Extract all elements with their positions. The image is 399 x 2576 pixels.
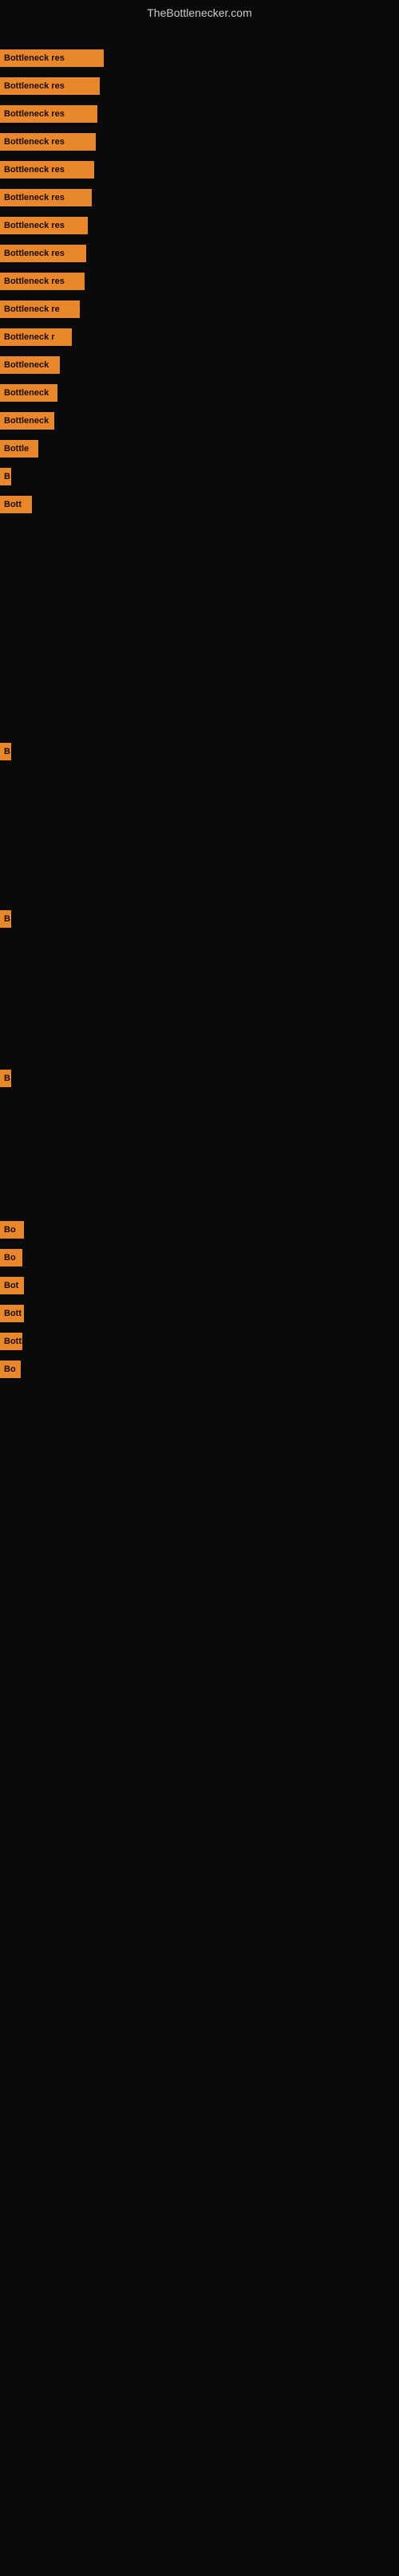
bar-label-7: Bottleneck res [0, 245, 86, 262]
bar-label-0: Bottleneck res [0, 49, 104, 67]
bar-label-14: Bottle [0, 440, 38, 457]
site-title: TheBottlenecker.com [0, 0, 399, 26]
bar-item-19: B [0, 1070, 11, 1087]
bar-item-17: B [0, 743, 11, 760]
bar-label-18: B [0, 910, 11, 928]
bar-item-15: B [0, 468, 11, 485]
bar-label-9: Bottleneck re [0, 300, 80, 318]
bar-item-24: Bottl [0, 1333, 22, 1350]
bar-label-19: B [0, 1070, 11, 1087]
bar-item-20: Bo [0, 1221, 24, 1239]
bar-label-21: Bo [0, 1249, 22, 1266]
bar-label-2: Bottleneck res [0, 105, 97, 123]
bar-label-8: Bottleneck res [0, 273, 85, 290]
bar-label-15: B [0, 468, 11, 485]
bar-item-8: Bottleneck res [0, 273, 85, 290]
bar-item-5: Bottleneck res [0, 189, 92, 206]
bar-item-1: Bottleneck res [0, 77, 100, 95]
bar-label-4: Bottleneck res [0, 161, 94, 179]
bar-item-22: Bot [0, 1277, 24, 1294]
bar-item-13: Bottleneck [0, 412, 54, 430]
bar-item-10: Bottleneck r [0, 328, 72, 346]
bar-label-20: Bo [0, 1221, 24, 1239]
bar-item-0: Bottleneck res [0, 49, 104, 67]
bar-label-16: Bott [0, 496, 32, 513]
bar-item-9: Bottleneck re [0, 300, 80, 318]
bar-item-14: Bottle [0, 440, 38, 457]
bar-item-6: Bottleneck res [0, 217, 88, 234]
bar-label-22: Bot [0, 1277, 24, 1294]
bar-label-23: Bott [0, 1305, 24, 1322]
bar-item-11: Bottleneck [0, 356, 60, 374]
bar-label-12: Bottleneck [0, 384, 57, 402]
bar-label-25: Bo [0, 1361, 21, 1378]
bar-label-1: Bottleneck res [0, 77, 100, 95]
bar-label-24: Bottl [0, 1333, 22, 1350]
bar-label-6: Bottleneck res [0, 217, 88, 234]
bar-item-4: Bottleneck res [0, 161, 94, 179]
bar-label-17: B [0, 743, 11, 760]
bar-item-2: Bottleneck res [0, 105, 97, 123]
bar-item-18: B [0, 910, 11, 928]
bar-label-3: Bottleneck res [0, 133, 96, 151]
bar-item-7: Bottleneck res [0, 245, 86, 262]
bar-label-5: Bottleneck res [0, 189, 92, 206]
bar-label-11: Bottleneck [0, 356, 60, 374]
bar-item-3: Bottleneck res [0, 133, 96, 151]
bar-label-13: Bottleneck [0, 412, 54, 430]
bar-item-23: Bott [0, 1305, 24, 1322]
bar-item-12: Bottleneck [0, 384, 57, 402]
bar-item-21: Bo [0, 1249, 22, 1266]
bar-item-16: Bott [0, 496, 32, 513]
bar-label-10: Bottleneck r [0, 328, 72, 346]
bar-item-25: Bo [0, 1361, 21, 1378]
